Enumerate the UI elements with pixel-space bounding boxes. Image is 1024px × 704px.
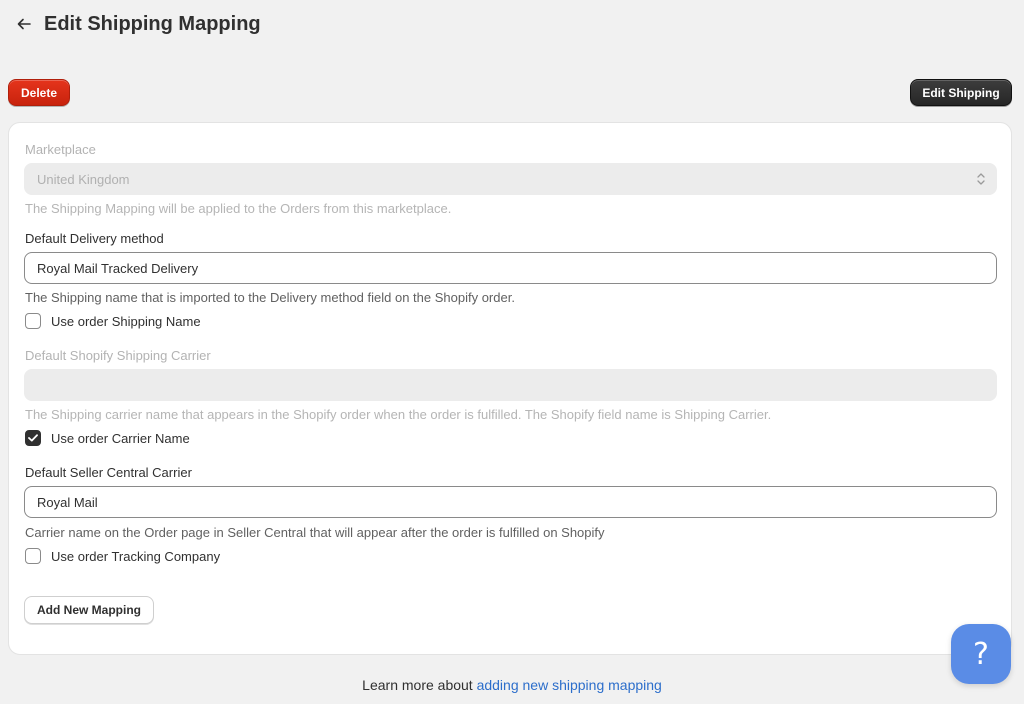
marketplace-label: Marketplace xyxy=(25,142,96,157)
use-order-shipping-name-checkbox[interactable]: Use order Shipping Name xyxy=(25,313,201,329)
arrow-left-icon xyxy=(17,18,31,30)
checkbox-box[interactable] xyxy=(25,313,41,329)
shopify-carrier-input[interactable] xyxy=(24,369,997,401)
footer-learn-more: Learn more about adding new shipping map… xyxy=(0,677,1024,693)
seller-central-carrier-input[interactable]: Royal Mail xyxy=(24,486,997,518)
use-order-tracking-company-label: Use order Tracking Company xyxy=(51,548,221,564)
delivery-method-label: Default Delivery method xyxy=(25,231,164,246)
mapping-form-card: Marketplace United Kingdom The Shipping … xyxy=(8,122,1012,655)
use-order-tracking-company-checkbox[interactable]: Use order Tracking Company xyxy=(25,548,220,564)
marketplace-select-value: United Kingdom xyxy=(37,171,130,187)
delete-button[interactable]: Delete xyxy=(8,79,70,106)
seller-central-carrier-help: Carrier name on the Order page in Seller… xyxy=(25,525,605,540)
shopify-carrier-help: The Shipping carrier name that appears i… xyxy=(25,407,772,422)
question-icon: ? xyxy=(973,636,989,672)
checkbox-box[interactable] xyxy=(25,548,41,564)
use-order-shipping-name-label: Use order Shipping Name xyxy=(51,313,201,329)
checkmark-icon xyxy=(28,434,38,442)
help-chat-button[interactable]: ? xyxy=(951,624,1011,684)
delivery-method-input[interactable]: Royal Mail Tracked Delivery xyxy=(24,252,997,284)
edit-shipping-button[interactable]: Edit Shipping xyxy=(910,79,1012,106)
seller-central-carrier-value: Royal Mail xyxy=(37,494,98,510)
use-order-carrier-name-label: Use order Carrier Name xyxy=(51,430,190,446)
back-button[interactable] xyxy=(14,12,34,36)
shipping-mapping-help-link[interactable]: adding new shipping mapping xyxy=(477,677,662,693)
delivery-method-value: Royal Mail Tracked Delivery xyxy=(37,260,199,276)
footer-prefix: Learn more about xyxy=(362,677,477,693)
delivery-method-help: The Shipping name that is imported to th… xyxy=(25,290,515,305)
select-chevrons-icon xyxy=(977,173,985,185)
use-order-carrier-name-checkbox[interactable]: Use order Carrier Name xyxy=(25,430,190,446)
marketplace-help: The Shipping Mapping will be applied to … xyxy=(25,201,452,216)
page-header: Edit Shipping Mapping xyxy=(14,12,261,36)
checkbox-box-checked[interactable] xyxy=(25,430,41,446)
add-new-mapping-button[interactable]: Add New Mapping xyxy=(24,596,154,624)
shopify-carrier-label: Default Shopify Shipping Carrier xyxy=(25,348,211,363)
seller-central-carrier-label: Default Seller Central Carrier xyxy=(25,465,192,480)
marketplace-select[interactable]: United Kingdom xyxy=(24,163,997,195)
page-title: Edit Shipping Mapping xyxy=(44,12,261,35)
